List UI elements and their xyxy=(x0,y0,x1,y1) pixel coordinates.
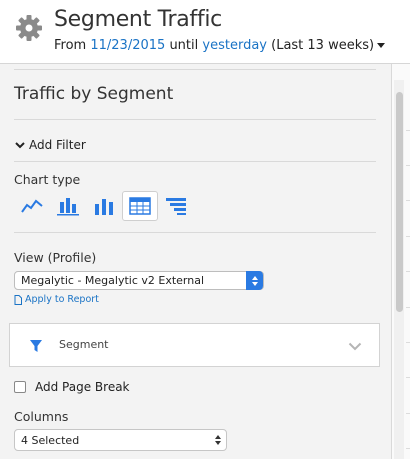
page-break-checkbox[interactable] xyxy=(14,381,26,393)
view-profile-value: Megalytic - Megalytic v2 External xyxy=(21,274,205,287)
columns-select[interactable]: 4 Selected xyxy=(14,429,227,451)
until-label: until xyxy=(169,38,199,53)
page-title: Segment Traffic xyxy=(54,7,222,32)
chevron-down-icon xyxy=(15,141,25,148)
bar-chart-icon xyxy=(95,199,113,215)
stacked-bar-chart-button[interactable] xyxy=(50,191,86,221)
view-profile-select[interactable]: Megalytic - Megalytic v2 External xyxy=(14,271,264,290)
divider xyxy=(14,119,376,120)
report-header: Segment Traffic From 11/23/2015 until ye… xyxy=(0,0,410,64)
table-button[interactable] xyxy=(122,191,158,221)
stacked-bar-chart-icon xyxy=(57,198,79,216)
page-break-row: Add Page Break xyxy=(14,380,130,394)
divider xyxy=(14,232,376,233)
date-range: From 11/23/2015 until yesterday (Last 13… xyxy=(54,38,386,53)
range-note[interactable]: (Last 13 weeks) xyxy=(271,38,374,53)
page-break-label: Add Page Break xyxy=(35,380,130,394)
row-divider xyxy=(406,271,410,272)
view-profile-label: View (Profile) xyxy=(14,250,97,265)
horizontal-bar-chart-icon xyxy=(166,198,186,215)
scrollbar-thumb[interactable] xyxy=(396,92,403,312)
from-label: From xyxy=(54,38,87,53)
line-chart-icon xyxy=(21,199,43,213)
segment-label: Segment xyxy=(59,338,109,351)
horizontal-bar-chart-button[interactable] xyxy=(158,191,194,221)
add-filter-label: Add Filter xyxy=(29,138,86,152)
caret-down-icon[interactable] xyxy=(377,43,386,48)
segment-accordion[interactable]: Segment xyxy=(9,323,380,367)
chart-type-label: Chart type xyxy=(14,172,81,187)
divider xyxy=(14,69,376,70)
table-icon xyxy=(129,197,151,215)
chevron-down-icon xyxy=(348,342,362,351)
chart-type-selector xyxy=(14,191,194,221)
filter-icon xyxy=(30,340,42,352)
row-divider xyxy=(406,165,410,166)
add-filter-toggle[interactable]: Add Filter xyxy=(14,138,86,152)
columns-label: Columns xyxy=(14,409,69,424)
row-divider xyxy=(406,377,410,378)
divider xyxy=(14,161,376,162)
section-title: Traffic by Segment xyxy=(14,84,174,104)
apply-to-report-label: Apply to Report xyxy=(25,294,99,305)
row-divider xyxy=(406,448,410,449)
row-divider xyxy=(406,307,410,308)
select-arrows-icon xyxy=(215,435,221,445)
row-divider xyxy=(406,413,410,414)
columns-value: 4 Selected xyxy=(21,433,80,447)
start-date-link[interactable]: 11/23/2015 xyxy=(90,38,165,53)
bar-chart-button[interactable] xyxy=(86,191,122,221)
apply-to-report-link[interactable]: Apply to Report xyxy=(14,294,99,305)
line-chart-button[interactable] xyxy=(14,191,50,221)
row-divider xyxy=(406,236,410,237)
gear-icon[interactable] xyxy=(14,13,44,43)
end-date-link[interactable]: yesterday xyxy=(202,38,267,53)
select-arrows-icon xyxy=(246,271,263,290)
row-divider xyxy=(406,200,410,201)
row-divider xyxy=(406,130,410,131)
document-icon xyxy=(14,294,22,305)
row-divider xyxy=(406,342,410,343)
